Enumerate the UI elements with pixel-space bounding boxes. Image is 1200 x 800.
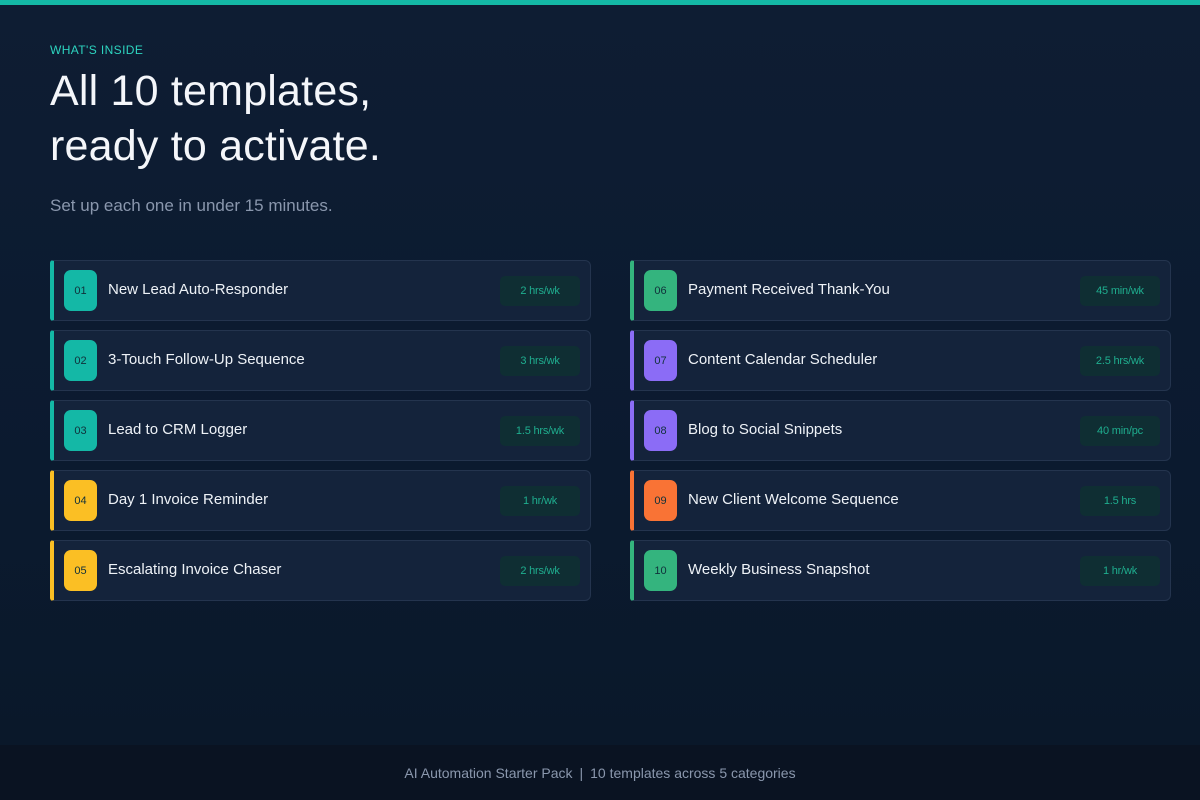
time-saved-badge: 1.5 hrs	[1080, 486, 1160, 516]
template-card-03[interactable]: 03 Lead to CRM Logger 1.5 hrs/wk	[50, 400, 591, 461]
template-number-badge: 02	[64, 340, 97, 381]
template-card-09[interactable]: 09 New Client Welcome Sequence 1.5 hrs	[630, 470, 1171, 531]
template-name: Escalating Invoice Chaser	[108, 561, 282, 578]
eyebrow-label: WHAT'S INSIDE	[50, 43, 144, 57]
page-title: All 10 templates, ready to activate.	[50, 64, 381, 174]
template-name: Weekly Business Snapshot	[688, 561, 870, 578]
template-number-badge: 04	[64, 480, 97, 521]
template-name: New Client Welcome Sequence	[688, 491, 899, 508]
template-card-06[interactable]: 06 Payment Received Thank-You 45 min/wk	[630, 260, 1171, 321]
template-card-02[interactable]: 02 3-Touch Follow-Up Sequence 3 hrs/wk	[50, 330, 591, 391]
template-card-08[interactable]: 08 Blog to Social Snippets 40 min/pc	[630, 400, 1171, 461]
page-title-line-2: ready to activate.	[50, 122, 382, 170]
template-number-badge: 05	[64, 550, 97, 591]
page-title-line-1: All 10 templates,	[50, 67, 372, 115]
template-card-01[interactable]: 01 New Lead Auto-Responder 2 hrs/wk	[50, 260, 591, 321]
time-saved-badge: 1.5 hrs/wk	[500, 416, 580, 446]
time-saved-badge: 45 min/wk	[1080, 276, 1160, 306]
footer-separator: |	[579, 764, 584, 781]
template-name: Lead to CRM Logger	[108, 421, 248, 438]
template-card-04[interactable]: 04 Day 1 Invoice Reminder 1 hr/wk	[50, 470, 591, 531]
template-name: Day 1 Invoice Reminder	[108, 491, 269, 508]
template-name: Content Calendar Scheduler	[688, 351, 878, 368]
time-saved-badge: 40 min/pc	[1080, 416, 1160, 446]
template-number-badge: 07	[644, 340, 677, 381]
template-number-badge: 01	[64, 270, 97, 311]
template-name: New Lead Auto-Responder	[108, 281, 289, 298]
template-number-badge: 06	[644, 270, 677, 311]
template-name: Blog to Social Snippets	[688, 421, 843, 438]
template-number-badge: 10	[644, 550, 677, 591]
time-saved-badge: 2 hrs/wk	[500, 556, 580, 586]
template-card-07[interactable]: 07 Content Calendar Scheduler 2.5 hrs/wk	[630, 330, 1171, 391]
top-accent-bar	[0, 0, 1200, 5]
template-card-05[interactable]: 05 Escalating Invoice Chaser 2 hrs/wk	[50, 540, 591, 601]
footer: AI Automation Starter Pack | 10 template…	[0, 745, 1200, 800]
template-name: Payment Received Thank-You	[688, 281, 890, 298]
footer-summary: 10 templates across 5 categories	[590, 764, 796, 781]
footer-product-name: AI Automation Starter Pack	[404, 764, 573, 781]
time-saved-badge: 2.5 hrs/wk	[1080, 346, 1160, 376]
template-number-badge: 08	[644, 410, 677, 451]
time-saved-badge: 1 hr/wk	[1080, 556, 1160, 586]
template-number-badge: 03	[64, 410, 97, 451]
template-number-badge: 09	[644, 480, 677, 521]
template-card-10[interactable]: 10 Weekly Business Snapshot 1 hr/wk	[630, 540, 1171, 601]
template-name: 3-Touch Follow-Up Sequence	[108, 351, 305, 368]
page: WHAT'S INSIDE All 10 templates, ready to…	[0, 0, 1200, 800]
page-subtitle: Set up each one in under 15 minutes.	[50, 196, 333, 215]
time-saved-badge: 1 hr/wk	[500, 486, 580, 516]
time-saved-badge: 2 hrs/wk	[500, 276, 580, 306]
time-saved-badge: 3 hrs/wk	[500, 346, 580, 376]
